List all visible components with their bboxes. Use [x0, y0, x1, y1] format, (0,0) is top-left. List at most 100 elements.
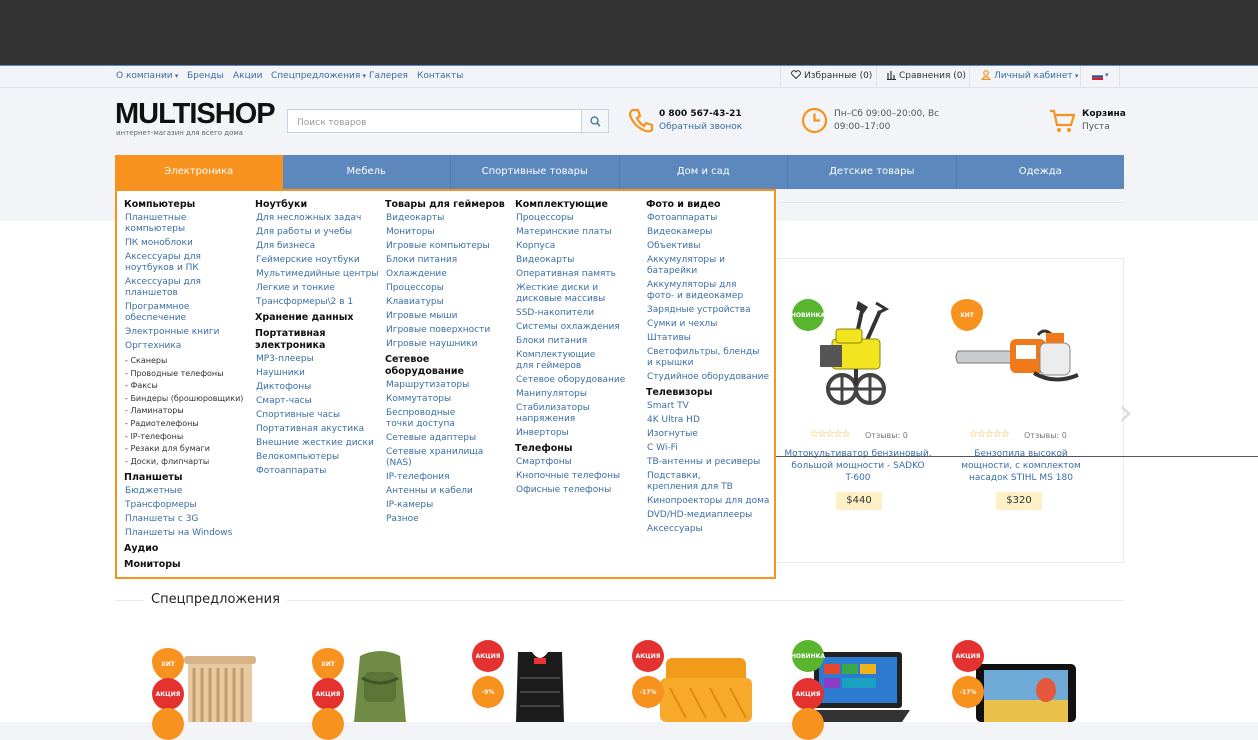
- menu-link[interactable]: Для несложных задач: [255, 213, 381, 224]
- menu-link[interactable]: Электронные книги: [124, 327, 249, 338]
- menu-link[interactable]: DVD/HD-медиаплееры: [646, 510, 772, 521]
- menu-link[interactable]: Аксессуары: [646, 524, 772, 535]
- menu-link[interactable]: Блоки питания: [515, 336, 641, 347]
- search-button[interactable]: [581, 110, 608, 132]
- menu-link[interactable]: Оперативная память: [515, 269, 641, 280]
- menu-link[interactable]: Сетевое оборудование: [515, 375, 641, 386]
- menu-link[interactable]: Игровые компьютеры: [385, 241, 511, 252]
- menu-link[interactable]: Видеокарты: [515, 255, 641, 266]
- menu-link[interactable]: Бюджетные: [124, 486, 249, 497]
- menu-link[interactable]: Планшетные компьютеры: [124, 213, 249, 235]
- menu-link[interactable]: Игровые мыши: [385, 311, 511, 322]
- product-image[interactable]: [806, 299, 906, 421]
- menu-link[interactable]: Разное: [385, 514, 511, 525]
- product-image[interactable]: [180, 648, 260, 722]
- cart-icon[interactable]: [1049, 108, 1076, 138]
- menu-heading[interactable]: Ноутбуки: [255, 199, 381, 211]
- menu-link[interactable]: 4K Ultra HD: [646, 415, 772, 426]
- menu-link[interactable]: Клавиатуры: [385, 297, 511, 308]
- menu-link[interactable]: Видеокамеры: [646, 227, 772, 238]
- menu-link[interactable]: Аккумуляторы для фото- и видеокамер: [646, 280, 766, 302]
- menu-link[interactable]: SSD-накопители: [515, 308, 641, 319]
- menu-link[interactable]: Коммутаторы: [385, 394, 511, 405]
- product-image[interactable]: [500, 648, 580, 722]
- phone-number[interactable]: 0 800 567-43-21: [659, 109, 742, 119]
- menu-link[interactable]: Видеокарты: [385, 213, 511, 224]
- menu-link[interactable]: Игровые поверхности: [385, 325, 511, 336]
- menu-link[interactable]: IP-телефония: [385, 472, 511, 483]
- menu-heading[interactable]: Планшеты: [124, 472, 249, 484]
- topbar-link-gallery[interactable]: Галерея: [369, 71, 408, 81]
- menu-link[interactable]: Трансформеры\2 в 1: [255, 297, 381, 308]
- product-image[interactable]: [976, 664, 1076, 722]
- menu-link[interactable]: Блоки питания: [385, 255, 511, 266]
- nav-item-furniture[interactable]: Мебель: [283, 155, 451, 189]
- topbar-link-promos[interactable]: Акции: [233, 71, 262, 81]
- menu-link[interactable]: Фотоаппараты: [255, 466, 381, 477]
- menu-link[interactable]: Светофильтры, бленды и крышки: [646, 347, 766, 369]
- reviews-count[interactable]: Отзывы: 0: [865, 431, 908, 440]
- menu-link[interactable]: Смарт-часы: [255, 396, 381, 407]
- menu-link[interactable]: Жесткие диски и дисковые массивы: [515, 283, 615, 305]
- carousel-next-arrow[interactable]: ›: [1118, 390, 1133, 434]
- menu-link[interactable]: Велокомпьютеры: [255, 452, 381, 463]
- submenu-link[interactable]: Радиотелефоны: [124, 418, 249, 431]
- menu-link[interactable]: Легкие и тонкие: [255, 283, 381, 294]
- menu-link[interactable]: Корпуса: [515, 241, 641, 252]
- menu-heading[interactable]: Аудио: [124, 543, 249, 555]
- nav-item-kids[interactable]: Детские товары: [788, 155, 957, 189]
- topbar-link-special[interactable]: Спецпредложения: [271, 71, 366, 81]
- menu-link[interactable]: Сетевые хранилища (NAS): [385, 447, 485, 469]
- submenu-link[interactable]: Биндеры (брошюровщики): [124, 393, 249, 406]
- menu-link[interactable]: Для работы и учебы: [255, 227, 381, 238]
- submenu-link[interactable]: Доски, флипчарты: [124, 456, 249, 469]
- submenu-link[interactable]: Ламинаторы: [124, 405, 249, 418]
- menu-link[interactable]: Оргтехника: [124, 341, 249, 352]
- menu-link[interactable]: Программное обеспечение: [124, 302, 204, 324]
- reviews-count[interactable]: Отзывы: 0: [1024, 431, 1067, 440]
- submenu-link[interactable]: Резаки для бумаги: [124, 443, 249, 456]
- menu-link[interactable]: IP-камеры: [385, 500, 511, 511]
- submenu-link[interactable]: IP-телефоны: [124, 431, 249, 444]
- account-link[interactable]: Личный кабинет: [994, 71, 1078, 81]
- menu-link[interactable]: Офисные телефоны: [515, 485, 641, 496]
- menu-link[interactable]: Планшеты на Windows: [124, 528, 249, 539]
- menu-heading[interactable]: Телефоны: [515, 443, 641, 455]
- menu-link[interactable]: ТВ-антенны и ресиверы: [646, 457, 772, 468]
- menu-link[interactable]: Сетевые адаптеры: [385, 433, 511, 444]
- menu-link[interactable]: Материнские платы: [515, 227, 641, 238]
- menu-link[interactable]: Изогнутые: [646, 429, 772, 440]
- menu-link[interactable]: Охлаждение: [385, 269, 511, 280]
- menu-link[interactable]: Процессоры: [385, 283, 511, 294]
- menu-link[interactable]: Аксессуары для планшетов: [124, 277, 209, 299]
- menu-link[interactable]: Спортивные часы: [255, 410, 381, 421]
- menu-link[interactable]: Мультимедийные центры: [255, 269, 381, 280]
- menu-link[interactable]: Системы охлаждения: [515, 322, 641, 333]
- menu-link[interactable]: Беспроводные точки доступа: [385, 408, 485, 430]
- menu-link[interactable]: Фотоаппараты: [646, 213, 772, 224]
- menu-link[interactable]: Для бизнеса: [255, 241, 381, 252]
- favorites-link[interactable]: Избранные (0): [804, 71, 872, 81]
- menu-link[interactable]: Зарядные устройства: [646, 305, 772, 316]
- compare-link[interactable]: Сравнения (0): [899, 71, 966, 81]
- logo[interactable]: MULTISHOP: [115, 98, 276, 131]
- nav-item-clothes[interactable]: Одежда: [957, 155, 1125, 189]
- menu-link[interactable]: Сумки и чехлы: [646, 319, 772, 330]
- menu-heading[interactable]: Компьютеры: [124, 199, 249, 211]
- menu-link[interactable]: Игровые наушники: [385, 339, 511, 350]
- flag-ru-icon[interactable]: [1091, 72, 1104, 83]
- menu-link[interactable]: Стабилизаторы напряжения: [515, 403, 595, 425]
- topbar-link-brands[interactable]: Бренды: [187, 71, 224, 81]
- menu-link[interactable]: Маршрутизаторы: [385, 380, 511, 391]
- menu-link[interactable]: Мониторы: [385, 227, 511, 238]
- menu-link[interactable]: ПК моноблоки: [124, 238, 249, 249]
- product-title[interactable]: Бензопила высокой мощности, с комплектом…: [946, 448, 1096, 484]
- nav-item-electronics[interactable]: Электроника: [115, 155, 283, 189]
- nav-item-home-garden[interactable]: Дом и сад: [620, 155, 788, 189]
- menu-link[interactable]: Геймерские ноутбуки: [255, 255, 381, 266]
- submenu-link[interactable]: Факсы: [124, 380, 249, 393]
- product-image[interactable]: [656, 648, 756, 722]
- menu-link[interactable]: Подставки, крепления для ТВ: [646, 471, 751, 493]
- menu-heading[interactable]: Фото и видео: [646, 199, 772, 211]
- menu-link[interactable]: Инверторы: [515, 428, 641, 439]
